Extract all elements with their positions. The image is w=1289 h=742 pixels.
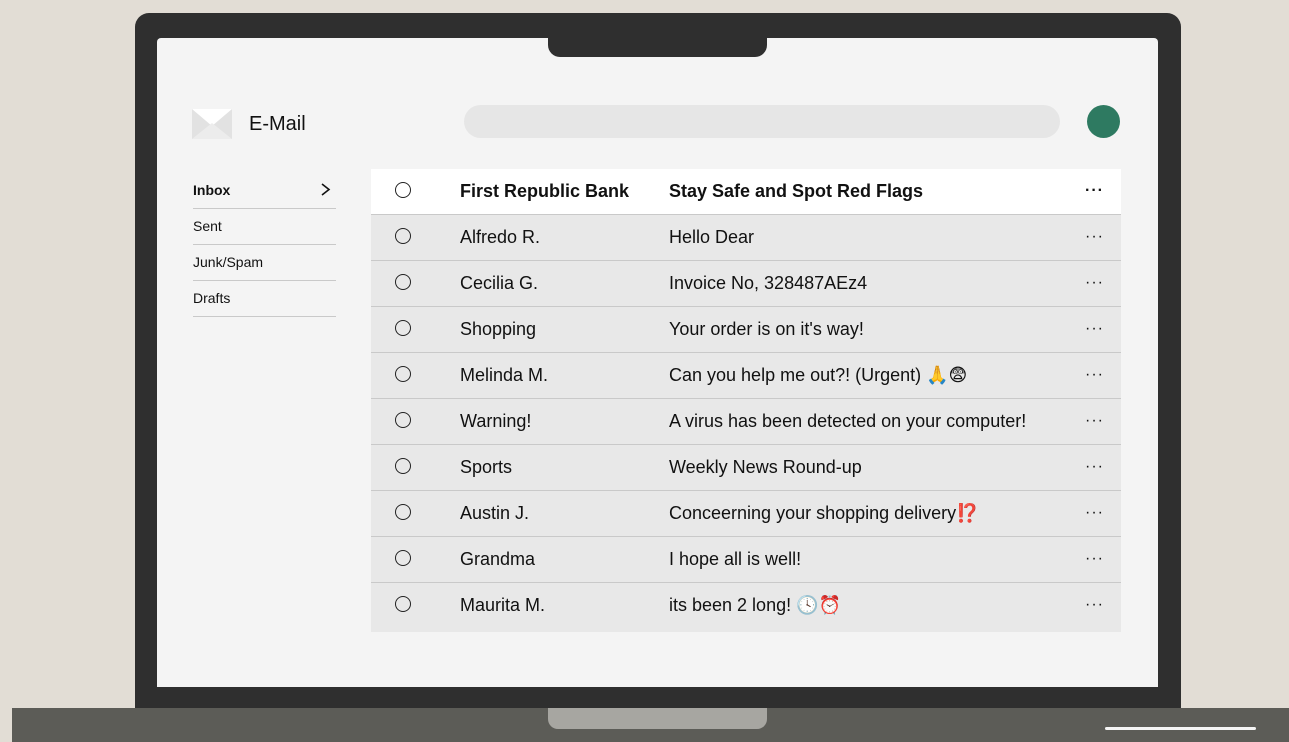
more-options-icon[interactable]: ···: [1085, 537, 1104, 580]
more-options-icon[interactable]: ···: [1085, 353, 1104, 396]
email-row[interactable]: Melinda M. Can you help me out?! (Urgent…: [371, 353, 1121, 399]
email-row[interactable]: First Republic Bank Stay Safe and Spot R…: [371, 169, 1121, 215]
select-checkbox[interactable]: [395, 504, 411, 520]
sidebar-item-label: Inbox: [193, 182, 231, 198]
email-row[interactable]: Austin J. Conceerning your shopping deli…: [371, 491, 1121, 537]
avatar[interactable]: [1087, 105, 1120, 138]
select-checkbox[interactable]: [395, 596, 411, 612]
select-checkbox[interactable]: [395, 182, 411, 198]
sidebar-item-label: Junk/Spam: [193, 254, 264, 270]
sidebar-item-label: Sent: [193, 218, 222, 234]
sidebar-item-junk-spam[interactable]: Junk/Spam: [193, 245, 336, 281]
more-options-icon[interactable]: ···: [1085, 215, 1104, 258]
email-subject: Your order is on it's way!: [669, 319, 864, 339]
email-list: First Republic Bank Stay Safe and Spot R…: [371, 169, 1121, 632]
email-row[interactable]: Cecilia G. Invoice No, 328487AEz4 ···: [371, 261, 1121, 307]
more-options-icon[interactable]: ···: [1085, 307, 1104, 350]
email-sender: Maurita M.: [460, 595, 546, 615]
email-subject: Weekly News Round-up: [669, 457, 862, 477]
more-options-icon[interactable]: ···: [1085, 583, 1104, 626]
envelope-icon: [192, 109, 232, 139]
email-sender: Shopping: [460, 319, 537, 339]
email-sender: Alfredo R.: [460, 227, 541, 247]
camera-notch: [548, 38, 767, 57]
more-options-icon[interactable]: ···: [1085, 399, 1104, 442]
email-sender: Austin J.: [460, 503, 530, 523]
more-options-icon[interactable]: ···: [1085, 445, 1104, 488]
more-options-icon[interactable]: ···: [1085, 169, 1104, 212]
select-checkbox[interactable]: [395, 550, 411, 566]
more-options-icon[interactable]: ···: [1085, 491, 1104, 534]
email-sender: First Republic Bank: [460, 181, 630, 201]
email-row[interactable]: Warning! A virus has been detected on yo…: [371, 399, 1121, 445]
select-checkbox[interactable]: [395, 366, 411, 382]
sidebar-item-inbox[interactable]: Inbox: [193, 170, 336, 209]
email-sender: Cecilia G.: [460, 273, 539, 293]
email-subject: I hope all is well!: [669, 549, 802, 569]
chevron-right-icon: [321, 183, 331, 196]
app-title: E-Mail: [249, 113, 306, 135]
sidebar: Inbox Sent Junk/Spam Drafts: [193, 170, 336, 317]
email-subject: Stay Safe and Spot Red Flags: [669, 181, 924, 201]
email-row[interactable]: Shopping Your order is on it's way! ···: [371, 307, 1121, 353]
sidebar-item-sent[interactable]: Sent: [193, 209, 336, 245]
email-row[interactable]: Maurita M. its been 2 long! 🕓⏰ ···: [371, 583, 1121, 628]
email-row[interactable]: Sports Weekly News Round-up ···: [371, 445, 1121, 491]
more-options-icon[interactable]: ···: [1085, 261, 1104, 304]
select-checkbox[interactable]: [395, 412, 411, 428]
select-checkbox[interactable]: [395, 320, 411, 336]
email-app-screen: E-Mail Inbox Sent Junk/Spam Drafts First…: [157, 38, 1158, 687]
email-subject: Hello Dear: [669, 227, 755, 247]
select-checkbox[interactable]: [395, 228, 411, 244]
email-subject: Conceerning your shopping delivery⁉️: [669, 503, 979, 523]
email-sender: Melinda M.: [460, 365, 549, 385]
email-sender: Sports: [460, 457, 513, 477]
select-checkbox[interactable]: [395, 458, 411, 474]
email-subject: Can you help me out?! (Urgent) 🙏😨: [669, 365, 968, 385]
sidebar-item-drafts[interactable]: Drafts: [193, 281, 336, 317]
email-sender: Warning!: [460, 411, 532, 431]
email-sender: Grandma: [460, 549, 536, 569]
email-subject: its been 2 long! 🕓⏰: [669, 595, 841, 615]
select-checkbox[interactable]: [395, 274, 411, 290]
laptop-hinge: [548, 708, 767, 729]
search-input[interactable]: [464, 105, 1060, 138]
email-subject: Invoice No, 328487AEz4: [669, 273, 868, 293]
sidebar-item-label: Drafts: [193, 290, 231, 306]
base-indicator: [1105, 727, 1256, 730]
email-row[interactable]: Grandma I hope all is well! ···: [371, 537, 1121, 583]
email-subject: A virus has been detected on your comput…: [669, 411, 1027, 431]
email-row[interactable]: Alfredo R. Hello Dear ···: [371, 215, 1121, 261]
